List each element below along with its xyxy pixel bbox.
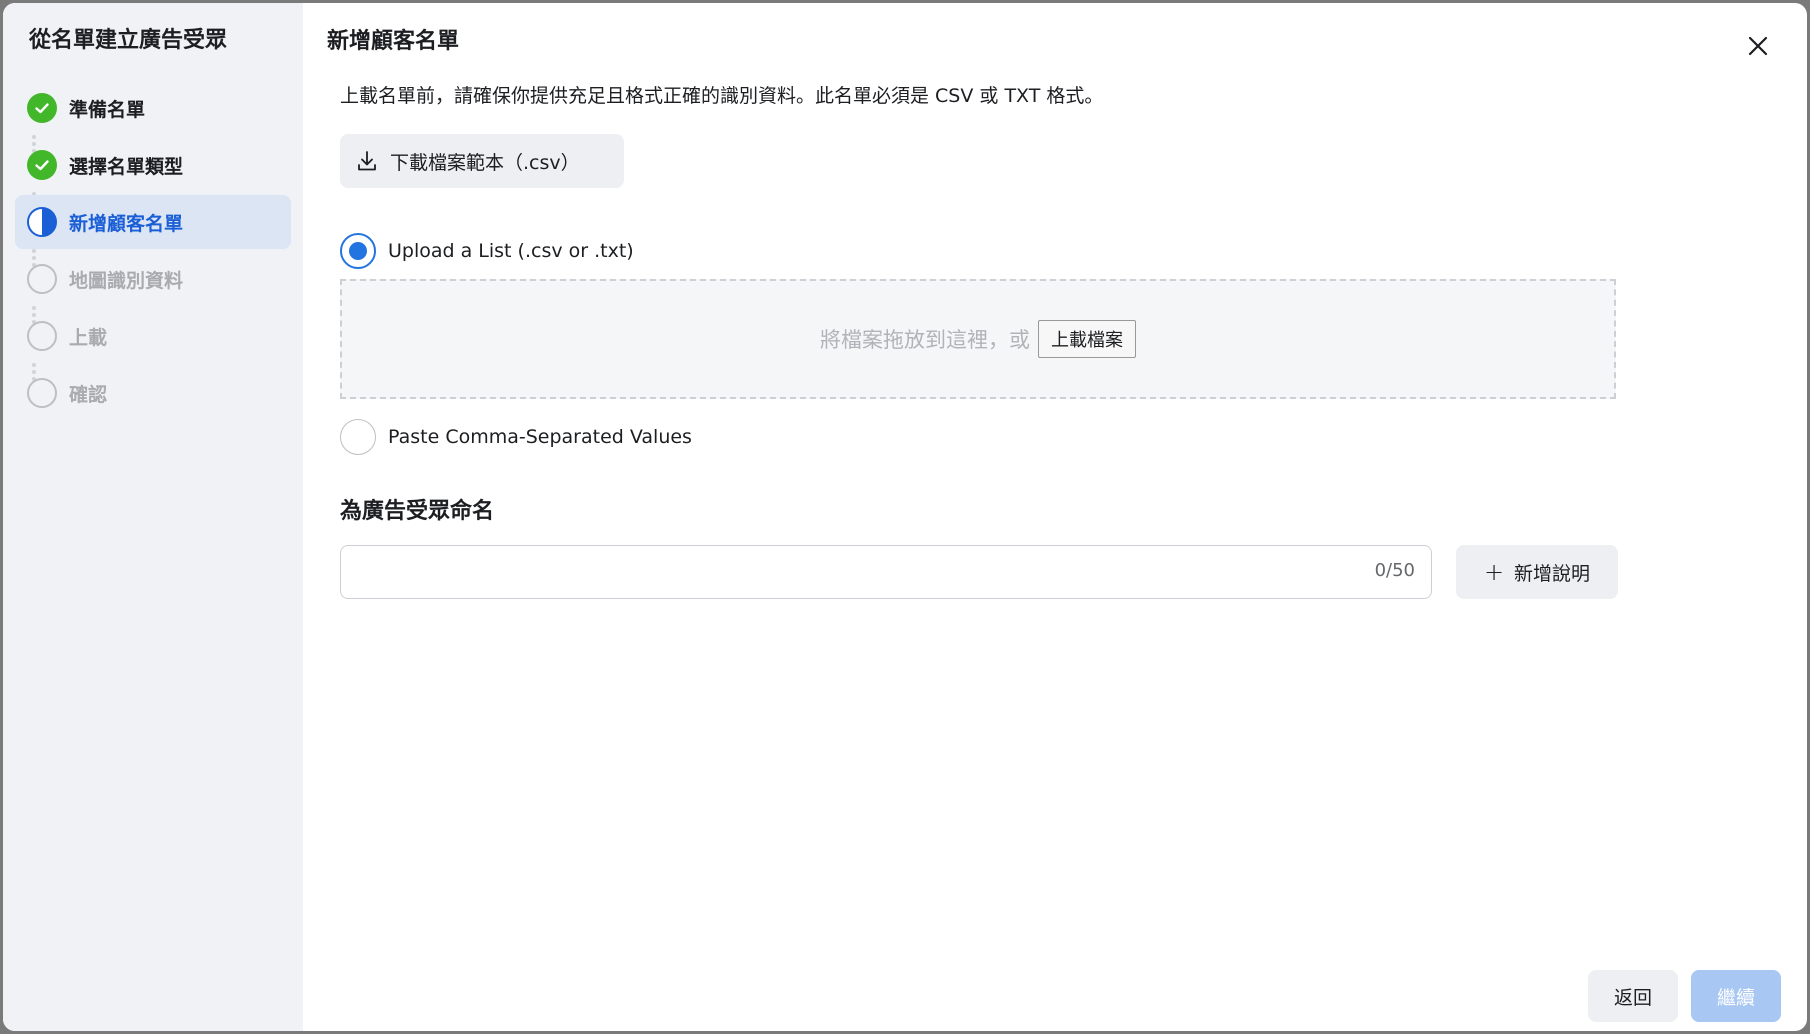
upload-instructions: 上載名單前，請確保你提供充足且格式正確的識別資料。此名單必須是 CSV 或 TX… [340, 85, 1104, 107]
half-circle-icon [27, 207, 57, 237]
step-label: 選擇名單類型 [69, 155, 184, 178]
create-audience-dialog: 從名單建立廣告受眾 準備名單 選擇名單類型 新增顧客名單 地圖識別資料 上載 確… [3, 3, 1807, 1031]
continue-button[interactable]: 繼續 [1691, 970, 1781, 1022]
back-button[interactable]: 返回 [1588, 970, 1678, 1022]
radio-upload-label: Upload a List (.csv or .txt) [388, 240, 634, 262]
step-add-customer-list[interactable]: 新增顧客名單 [15, 195, 291, 249]
file-dropzone[interactable]: 將檔案拖放到這裡，或 上載檔案 [340, 279, 1616, 399]
step-label: 地圖識別資料 [69, 269, 184, 292]
step-label: 新增顧客名單 [69, 212, 184, 235]
add-description-label: 新增說明 [1514, 562, 1591, 585]
add-description-button[interactable]: + 新增說明 [1456, 545, 1618, 599]
step-map-identifiers[interactable]: 地圖識別資料 [15, 252, 291, 306]
step-prepare-list[interactable]: 準備名單 [15, 81, 291, 135]
steps-list: 準備名單 選擇名單類型 新增顧客名單 地圖識別資料 上載 確認 [3, 81, 303, 420]
step-label: 確認 [69, 383, 108, 406]
step-upload[interactable]: 上載 [15, 309, 291, 363]
dropzone-text: 將檔案拖放到這裡，或 [820, 328, 1030, 352]
audience-name-label: 為廣告受眾命名 [340, 499, 495, 524]
plus-icon: + [1483, 558, 1505, 586]
page-title: 新增顧客名單 [327, 29, 460, 54]
char-counter: 0/50 [1374, 560, 1415, 581]
download-template-label: 下載檔案範本（.csv） [390, 151, 580, 174]
audience-name-field[interactable]: 0/50 [340, 545, 1432, 599]
radio-paste-values[interactable]: Paste Comma-Separated Values [340, 419, 692, 455]
sidebar-title: 從名單建立廣告受眾 [29, 28, 228, 53]
close-icon [1748, 36, 1768, 56]
check-icon [27, 93, 57, 123]
empty-circle-icon [27, 378, 57, 408]
step-select-list-type[interactable]: 選擇名單類型 [15, 138, 291, 192]
step-label: 上載 [69, 326, 108, 349]
radio-paste-label: Paste Comma-Separated Values [388, 426, 692, 448]
download-icon [358, 151, 376, 171]
main-panel: 新增顧客名單 上載名單前，請確保你提供充足且格式正確的識別資料。此名單必須是 C… [303, 3, 1807, 1031]
radio-checked-icon[interactable] [340, 233, 376, 269]
empty-circle-icon [27, 264, 57, 294]
upload-file-button[interactable]: 上載檔案 [1038, 320, 1136, 358]
step-confirm[interactable]: 確認 [15, 366, 291, 420]
check-icon [27, 150, 57, 180]
step-label: 準備名單 [69, 98, 146, 121]
close-button[interactable] [1741, 29, 1775, 63]
empty-circle-icon [27, 321, 57, 351]
download-template-button[interactable]: 下載檔案範本（.csv） [340, 134, 624, 188]
radio-upload-list[interactable]: Upload a List (.csv or .txt) [340, 233, 634, 269]
steps-sidebar: 從名單建立廣告受眾 準備名單 選擇名單類型 新增顧客名單 地圖識別資料 上載 確… [3, 3, 303, 1031]
audience-name-input[interactable] [355, 546, 1319, 598]
radio-unchecked-icon[interactable] [340, 419, 376, 455]
